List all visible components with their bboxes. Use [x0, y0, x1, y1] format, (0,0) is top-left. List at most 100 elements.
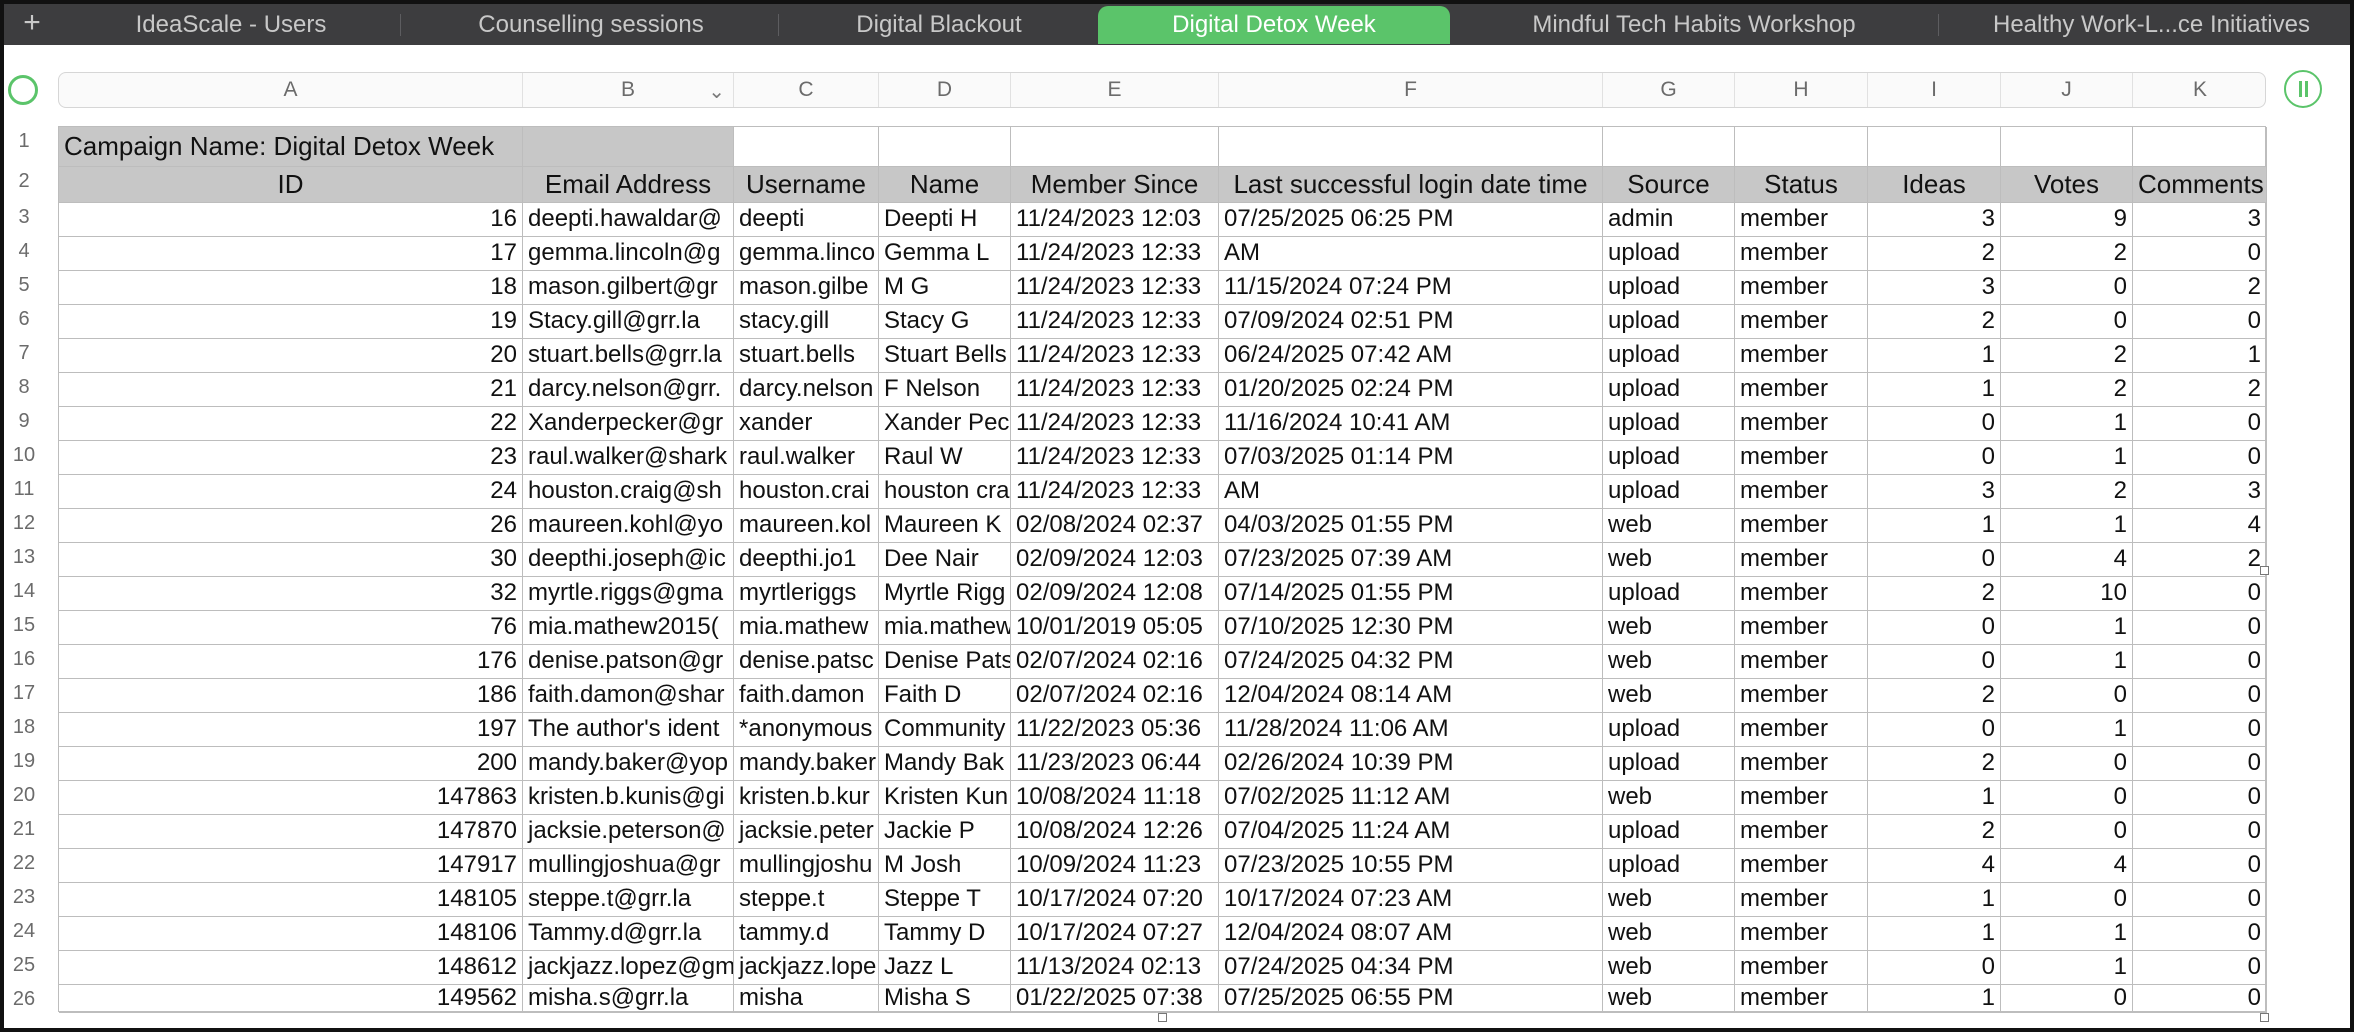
table-cell[interactable]: web	[1603, 543, 1735, 577]
table-cell[interactable]: 0	[2133, 679, 2267, 713]
table-cell[interactable]: 06/24/2025 07:42 AM	[1219, 339, 1603, 373]
table-cell[interactable]: misha.s@grr.la	[523, 985, 734, 1013]
row-number[interactable]: 12	[8, 512, 40, 535]
table-cell[interactable]: web	[1603, 645, 1735, 679]
table-cell[interactable]: 07/24/2025 04:34 PM	[1219, 951, 1603, 985]
table-cell[interactable]: 148105	[59, 883, 523, 917]
table-cell[interactable]: 32	[59, 577, 523, 611]
table-cell[interactable]: 4	[2133, 509, 2267, 543]
table-cell[interactable]: 0	[2133, 917, 2267, 951]
table-cell[interactable]: F Nelson	[879, 373, 1011, 407]
table-cell[interactable]: 2	[2001, 339, 2133, 373]
table-cell[interactable]: kristen.b.kur	[734, 781, 879, 815]
row-number[interactable]: 7	[8, 342, 40, 365]
table-cell[interactable]: 0	[2133, 781, 2267, 815]
table-cell[interactable]: 11/13/2024 02:13	[1011, 951, 1219, 985]
table-cell[interactable]: 11/24/2023 12:03	[1011, 203, 1219, 237]
table-cell[interactable]: Jazz L	[879, 951, 1011, 985]
table-cell[interactable]: 1	[2001, 917, 2133, 951]
table-cell[interactable]: stuart.bells@grr.la	[523, 339, 734, 373]
table-cell[interactable]: *anonymous	[734, 713, 879, 747]
table-cell[interactable]: Xander Pec	[879, 407, 1011, 441]
table-cell[interactable]: 2	[2133, 271, 2267, 305]
column-header-e[interactable]: E	[1011, 73, 1219, 107]
freeze-columns-icon[interactable]	[2284, 70, 2322, 108]
table-cell[interactable]: gemma.linco	[734, 237, 879, 271]
table-cell[interactable]: Tammy.d@grr.la	[523, 917, 734, 951]
table-cell[interactable]: 1	[1868, 339, 2001, 373]
column-header-a[interactable]: A	[59, 73, 523, 107]
table-cell[interactable]: member	[1735, 747, 1868, 781]
tab-digital-detox-week[interactable]: Digital Detox Week	[1098, 6, 1450, 44]
table-cell[interactable]: 26	[59, 509, 523, 543]
table-cell[interactable]: darcy.nelson	[734, 373, 879, 407]
row-number[interactable]: 15	[8, 614, 40, 637]
table-cell[interactable]: 07/25/2025 06:55 PM	[1219, 985, 1603, 1013]
table-cell[interactable]: Xanderpecker@gr	[523, 407, 734, 441]
table-cell[interactable]: 1	[2001, 509, 2133, 543]
empty-cell[interactable]	[1011, 127, 1219, 167]
table-cell[interactable]: deepti.hawaldar@	[523, 203, 734, 237]
table-cell[interactable]: web	[1603, 917, 1735, 951]
table-cell[interactable]: Deepti H	[879, 203, 1011, 237]
table-cell[interactable]: 2	[2001, 237, 2133, 271]
table-cell[interactable]: 9	[2001, 203, 2133, 237]
table-cell[interactable]: 0	[2133, 747, 2267, 781]
table-cell[interactable]: 176	[59, 645, 523, 679]
table-cell[interactable]: 1	[2001, 713, 2133, 747]
row-number[interactable]: 24	[8, 920, 40, 943]
row-number[interactable]: 17	[8, 682, 40, 705]
empty-cell[interactable]	[1219, 127, 1603, 167]
table-cell[interactable]: web	[1603, 509, 1735, 543]
table-cell[interactable]: 0	[1868, 611, 2001, 645]
table-cell[interactable]: 2	[1868, 577, 2001, 611]
table-cell[interactable]: deepthi.jo1	[734, 543, 879, 577]
table-cell[interactable]: faith.damon@shar	[523, 679, 734, 713]
table-cell[interactable]: 3	[2133, 475, 2267, 509]
table-cell[interactable]: 2	[2133, 373, 2267, 407]
column-header-i[interactable]: I	[1868, 73, 2001, 107]
table-cell[interactable]: 197	[59, 713, 523, 747]
table-cell[interactable]: member	[1735, 713, 1868, 747]
row-number[interactable]: 10	[8, 444, 40, 467]
table-cell[interactable]: upload	[1603, 577, 1735, 611]
column-header-b[interactable]: B ⌄	[523, 73, 734, 107]
table-cell[interactable]: Tammy D	[879, 917, 1011, 951]
table-cell[interactable]: 1	[2001, 441, 2133, 475]
table-cell[interactable]: 76	[59, 611, 523, 645]
tab-digital-blackout[interactable]: Digital Blackout	[794, 6, 1084, 44]
table-cell[interactable]: 11/24/2023 12:33	[1011, 305, 1219, 339]
table-cell[interactable]: misha	[734, 985, 879, 1013]
select-all-circle-icon[interactable]	[8, 75, 38, 105]
table-cell[interactable]: 10/17/2024 07:23 AM	[1219, 883, 1603, 917]
table-cell[interactable]: web	[1603, 781, 1735, 815]
table-cell[interactable]: Jackie P	[879, 815, 1011, 849]
table-cell[interactable]: member	[1735, 815, 1868, 849]
table-cell[interactable]: gemma.lincoln@g	[523, 237, 734, 271]
table-cell[interactable]: 1	[2133, 339, 2267, 373]
table-cell[interactable]: 0	[2133, 849, 2267, 883]
table-cell[interactable]: 02/09/2024 12:08	[1011, 577, 1219, 611]
table-cell[interactable]: 0	[2133, 951, 2267, 985]
table-cell[interactable]: 04/03/2025 01:55 PM	[1219, 509, 1603, 543]
table-cell[interactable]: Raul W	[879, 441, 1011, 475]
table-cell[interactable]: web	[1603, 985, 1735, 1013]
table-cell[interactable]: 10/01/2019 05:05	[1011, 611, 1219, 645]
table-cell[interactable]: Gemma L	[879, 237, 1011, 271]
table-cell[interactable]: 11/24/2023 12:33	[1011, 271, 1219, 305]
table-cell[interactable]: member	[1735, 271, 1868, 305]
table-cell[interactable]: houston cra	[879, 475, 1011, 509]
table-cell[interactable]: upload	[1603, 441, 1735, 475]
table-cell[interactable]: 11/23/2023 06:44	[1011, 747, 1219, 781]
table-cell[interactable]: myrtle.riggs@gma	[523, 577, 734, 611]
table-cell[interactable]: member	[1735, 951, 1868, 985]
table-cell[interactable]: 0	[2001, 271, 2133, 305]
table-cell[interactable]: 01/22/2025 07:38	[1011, 985, 1219, 1013]
table-cell[interactable]: 0	[2133, 713, 2267, 747]
table-cell[interactable]: 0	[1868, 441, 2001, 475]
table-cell[interactable]: denise.patsc	[734, 645, 879, 679]
table-cell[interactable]: Kristen Kun	[879, 781, 1011, 815]
table-cell[interactable]: 200	[59, 747, 523, 781]
table-cell[interactable]: upload	[1603, 747, 1735, 781]
table-cell[interactable]: 01/20/2025 02:24 PM	[1219, 373, 1603, 407]
